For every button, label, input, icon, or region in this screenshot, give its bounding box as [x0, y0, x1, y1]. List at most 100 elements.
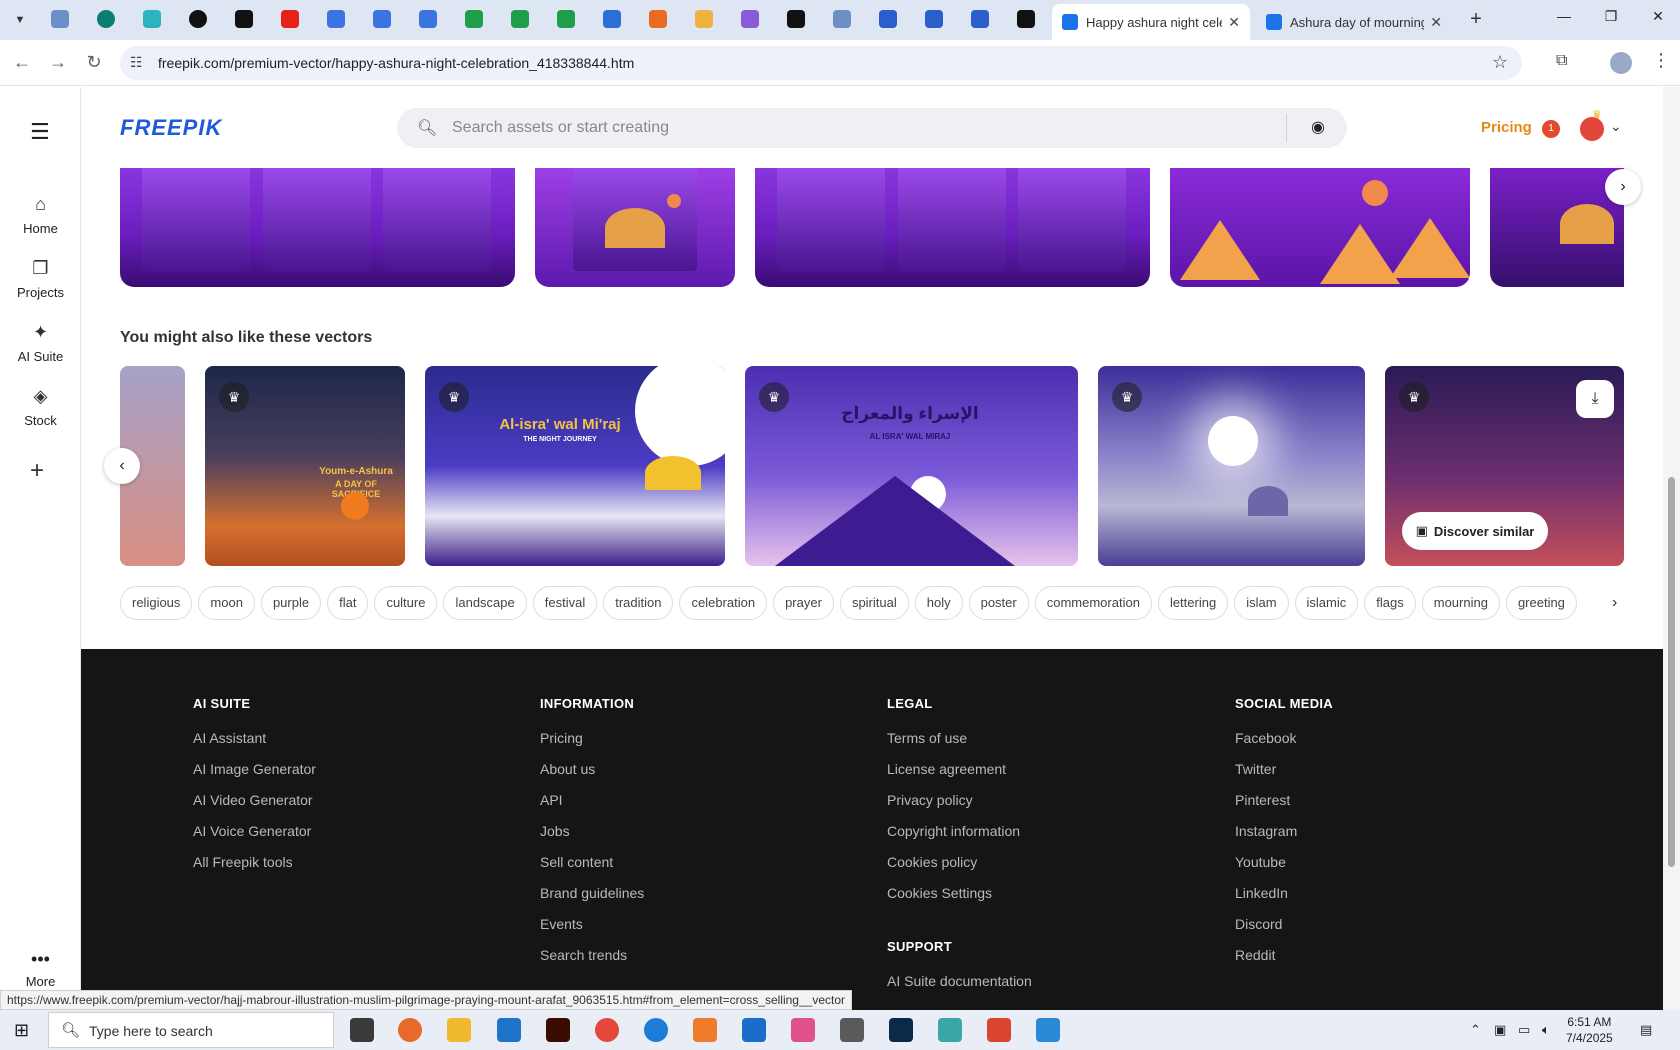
footer-link[interactable]: Copyright information: [887, 823, 1020, 854]
tab-search-icon[interactable]: ▼: [8, 8, 32, 32]
tag-chip[interactable]: mourning: [1421, 586, 1500, 620]
zoom-icon[interactable]: [644, 1018, 668, 1042]
tag-chip[interactable]: poster: [968, 586, 1029, 620]
footer-link[interactable]: About us: [540, 761, 644, 792]
illustrator-icon[interactable]: [546, 1018, 570, 1042]
firefox-icon[interactable]: [398, 1018, 422, 1042]
carousel-prev-button[interactable]: ‹: [104, 448, 140, 484]
footer-link[interactable]: Jobs: [540, 823, 644, 854]
sheets-icon[interactable]: [511, 10, 529, 28]
pinned-tab-icon[interactable]: [143, 10, 161, 28]
tag-chip[interactable]: festival: [532, 586, 598, 620]
omnibox[interactable]: ☷ freepik.com/premium-vector/happy-ashur…: [120, 46, 1522, 80]
tag-chip[interactable]: tradition: [603, 586, 674, 620]
app-icon[interactable]: [987, 1018, 1011, 1042]
tag-chip[interactable]: moon: [198, 586, 255, 620]
task-view-icon[interactable]: [350, 1018, 374, 1042]
sidebar-item-more[interactable]: ••• More: [0, 949, 81, 989]
tag-chip[interactable]: religious: [120, 586, 193, 620]
docs-icon[interactable]: [327, 10, 345, 28]
pinned-tab-icon[interactable]: [833, 10, 851, 28]
tag-chip[interactable]: celebration: [679, 586, 768, 620]
footer-link[interactable]: Terms of use: [887, 730, 1020, 761]
notification-center-icon[interactable]: ▤: [1640, 1022, 1652, 1038]
footer-link[interactable]: Events: [540, 916, 644, 947]
tag-chip[interactable]: lettering: [1157, 586, 1229, 620]
chrome-icon[interactable]: [595, 1018, 619, 1042]
footer-link[interactable]: Reddit: [1235, 947, 1333, 978]
discover-similar-button[interactable]: ▣ Discover similar: [1402, 512, 1548, 550]
file-explorer-icon[interactable]: [447, 1018, 471, 1042]
back-icon[interactable]: ←: [10, 52, 34, 73]
footer-link[interactable]: Instagram: [1235, 823, 1333, 854]
docs-icon[interactable]: [373, 10, 391, 28]
pen-tool-icon[interactable]: [840, 1018, 864, 1042]
footer-link[interactable]: Pricing: [540, 730, 644, 761]
vector-card[interactable]: ♛ Youm-e-Ashura A DAY OF SACRIFICE: [205, 366, 405, 566]
sidebar-item-ai-suite[interactable]: ✦ AI Suite: [0, 322, 81, 364]
forward-icon[interactable]: →: [46, 52, 70, 73]
close-tab-icon[interactable]: ✕: [1228, 14, 1240, 31]
creative-cloud-icon[interactable]: [791, 1018, 815, 1042]
camera-search-icon[interactable]: ◉: [1311, 117, 1325, 137]
pinned-tab-icon[interactable]: [97, 10, 115, 28]
scrollbar-thumb[interactable]: [1668, 477, 1675, 867]
volume-icon[interactable]: 🔈︎: [1542, 1022, 1550, 1038]
chevron-down-icon[interactable]: ⌄: [1610, 118, 1622, 135]
footer-link[interactable]: AI Suite documentation: [887, 973, 1032, 1004]
related-image-card[interactable]: [1170, 168, 1470, 287]
pricing-link[interactable]: Pricing: [1481, 119, 1532, 136]
docs-icon[interactable]: [419, 10, 437, 28]
footer-link[interactable]: LinkedIn: [1235, 885, 1333, 916]
pinned-tab-icon[interactable]: [741, 10, 759, 28]
search-input[interactable]: [452, 116, 1252, 140]
sheets-icon[interactable]: [465, 10, 483, 28]
chevron-up-icon[interactable]: ⌃: [1470, 1022, 1481, 1038]
vector-card[interactable]: ♛ الإسراء والمعراج AL ISRA' WAL MIRAJ: [745, 366, 1078, 566]
browser-menu-icon[interactable]: ⋮: [1652, 50, 1670, 71]
vector-card[interactable]: ♛ Al-isra' wal Mi'raj THE NIGHT JOURNEY: [425, 366, 725, 566]
bookmark-star-icon[interactable]: ☆: [1492, 52, 1508, 73]
footer-link[interactable]: AI Assistant: [193, 730, 316, 761]
tag-chip[interactable]: landscape: [443, 586, 527, 620]
pinned-tab-icon[interactable]: [649, 10, 667, 28]
footer-link[interactable]: Youtube: [1235, 854, 1333, 885]
footer-link[interactable]: Sell content: [540, 854, 644, 885]
download-icon[interactable]: ⤓: [1576, 380, 1614, 418]
tag-chip[interactable]: flat: [327, 586, 369, 620]
minimize-icon[interactable]: —: [1549, 8, 1579, 24]
pinned-tab-icon[interactable]: [695, 10, 713, 28]
vector-card[interactable]: ♛: [1098, 366, 1365, 566]
freepik-logo[interactable]: FREEPIK: [120, 115, 222, 141]
tab-ashura-day[interactable]: Ashura day of mourning ✕: [1256, 4, 1452, 40]
carousel-next-button[interactable]: ›: [1605, 169, 1641, 205]
related-image-card[interactable]: [120, 168, 515, 287]
site-info-icon[interactable]: ☷: [130, 54, 143, 71]
footer-link[interactable]: AI Video Generator: [193, 792, 316, 823]
pinned-tab-icon[interactable]: [971, 10, 989, 28]
footer-link[interactable]: Pinterest: [1235, 792, 1333, 823]
footer-link[interactable]: Facebook: [1235, 730, 1333, 761]
footer-link[interactable]: AI Voice Generator: [193, 823, 316, 854]
photoshop-icon[interactable]: [889, 1018, 913, 1042]
profile-avatar[interactable]: [1610, 52, 1632, 74]
footer-link[interactable]: Search trends: [540, 947, 644, 978]
pinned-tab-icon[interactable]: [1017, 10, 1035, 28]
add-icon[interactable]: +: [30, 457, 44, 485]
footer-link[interactable]: AI Image Generator: [193, 761, 316, 792]
close-tab-icon[interactable]: ✕: [1430, 14, 1442, 31]
tag-chip[interactable]: islam: [1234, 586, 1289, 620]
url-text[interactable]: freepik.com/premium-vector/happy-ashura-…: [158, 55, 634, 71]
youtube-icon[interactable]: [281, 10, 299, 28]
network-icon[interactable]: ▭: [1518, 1022, 1530, 1038]
tags-next-icon[interactable]: ›: [1612, 594, 1617, 612]
tag-chip[interactable]: holy: [914, 586, 963, 620]
tag-chip[interactable]: commemoration: [1034, 586, 1152, 620]
pinned-tab-icon[interactable]: [51, 10, 69, 28]
sidebar-item-home[interactable]: ⌂ Home: [0, 194, 81, 236]
pinned-tab-icon[interactable]: [189, 10, 207, 28]
restore-icon[interactable]: ❐: [1596, 8, 1626, 25]
taskbar-clock[interactable]: 6:51 AM 7/4/2025: [1566, 1014, 1613, 1046]
footer-link[interactable]: Cookies policy: [887, 854, 1020, 885]
tab-happy-ashura[interactable]: Happy ashura night celeb ✕: [1052, 4, 1250, 40]
